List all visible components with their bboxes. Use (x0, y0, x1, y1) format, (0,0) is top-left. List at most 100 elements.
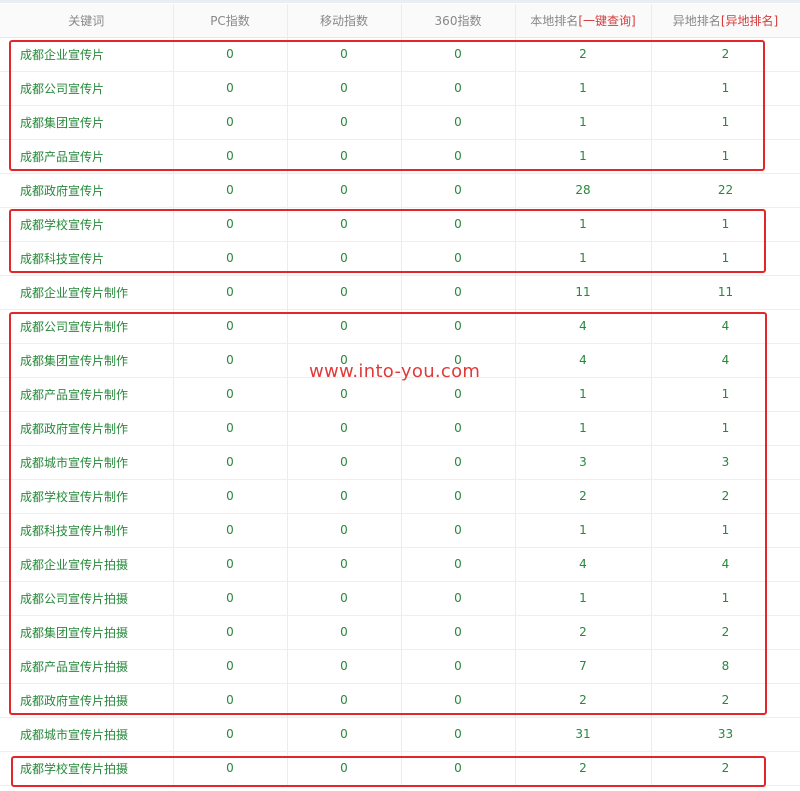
pc-index-cell: 0 (173, 547, 288, 582)
remote-rank-cell: 1 (651, 105, 800, 140)
keyword-ranking-panel: 关键词 PC指数 移动指数 360指数 本地排名[一键查询] 异地排名[异地排名… (0, 0, 800, 791)
local-rank-cell: 2 (515, 751, 652, 786)
mobile-index-cell: 0 (287, 377, 402, 412)
remote-rank-cell: 1 (651, 411, 800, 446)
mobile-index-cell: 0 (287, 445, 402, 480)
remote-rank-cell: 11 (651, 275, 800, 310)
mobile-index-cell: 0 (287, 751, 402, 786)
keyword-cell[interactable]: 成都公司宣传片拍摄 (0, 581, 174, 616)
remote-rank-cell: 1 (651, 71, 800, 106)
table-row: 成都科技宣传片 0 0 0 1 1 (0, 241, 800, 276)
mobile-index-cell: 0 (287, 581, 402, 616)
keyword-cell[interactable]: 成都集团宣传片制作 (0, 343, 174, 378)
mobile-index-cell: 0 (287, 411, 402, 446)
keyword-cell[interactable]: 成都学校宣传片制作 (0, 479, 174, 514)
pc-index-cell: 0 (173, 717, 288, 752)
index-360-cell: 0 (401, 411, 516, 446)
keyword-cell[interactable]: 成都学校宣传片拍摄 (0, 751, 174, 786)
local-rank-cell: 3 (515, 445, 652, 480)
index-360-cell: 0 (401, 275, 516, 310)
keyword-cell[interactable]: 成都公司宣传片制作 (0, 309, 174, 344)
keyword-cell[interactable]: 成都产品宣传片制作 (0, 377, 174, 412)
index-360-cell: 0 (401, 241, 516, 276)
pc-index-cell: 0 (173, 411, 288, 446)
keyword-cell[interactable]: 成都企业宣传片拍摄 (0, 547, 174, 582)
pc-index-cell: 0 (173, 275, 288, 310)
pc-index-cell: 0 (173, 581, 288, 616)
index-360-cell: 0 (401, 445, 516, 480)
local-rank-cell: 1 (515, 411, 652, 446)
table-header: 关键词 PC指数 移动指数 360指数 本地排名[一键查询] 异地排名[异地排名… (0, 4, 800, 38)
table-row: 成都学校宣传片 0 0 0 1 1 (0, 207, 800, 242)
keyword-cell[interactable]: 成都产品宣传片拍摄 (0, 649, 174, 684)
one-click-query-link[interactable]: [一键查询] (578, 14, 635, 28)
table-row: 成都公司宣传片 0 0 0 1 1 (0, 71, 800, 106)
index-360-cell: 0 (401, 377, 516, 412)
table-row: 成都集团宣传片拍摄 0 0 0 2 2 (0, 615, 800, 650)
table-row: 成都产品宣传片制作 0 0 0 1 1 (0, 377, 800, 412)
keyword-cell[interactable]: 成都集团宣传片 (0, 105, 174, 140)
local-rank-cell: 2 (515, 615, 652, 650)
mobile-index-cell: 0 (287, 139, 402, 174)
table-row: 成都科技宣传片制作 0 0 0 1 1 (0, 513, 800, 548)
pc-index-cell: 0 (173, 139, 288, 174)
mobile-index-cell: 0 (287, 173, 402, 208)
keyword-cell[interactable]: 成都城市宣传片制作 (0, 445, 174, 480)
local-rank-cell: 31 (515, 717, 652, 752)
header-local-rank: 本地排名[一键查询] (515, 4, 652, 38)
table-row: 成都产品宣传片拍摄 0 0 0 7 8 (0, 649, 800, 684)
remote-rank-cell: 3 (651, 445, 800, 480)
remote-rank-cell: 1 (651, 139, 800, 174)
index-360-cell: 0 (401, 37, 516, 72)
remote-rank-cell: 1 (651, 377, 800, 412)
table-row: 成都产品宣传片 0 0 0 1 1 (0, 139, 800, 174)
remote-rank-cell: 4 (651, 309, 800, 344)
table-row: 成都集团宣传片 0 0 0 1 1 (0, 105, 800, 140)
remote-rank-cell: 2 (651, 479, 800, 514)
pc-index-cell: 0 (173, 207, 288, 242)
table-row: 成都学校宣传片拍摄 0 0 0 2 2 (0, 751, 800, 786)
index-360-cell: 0 (401, 173, 516, 208)
keyword-cell[interactable]: 成都集团宣传片拍摄 (0, 615, 174, 650)
keyword-cell[interactable]: 成都企业宣传片 (0, 37, 174, 72)
pc-index-cell: 0 (173, 445, 288, 480)
header-pc-index: PC指数 (173, 4, 288, 38)
index-360-cell: 0 (401, 751, 516, 786)
table-row: 成都企业宣传片拍摄 0 0 0 4 4 (0, 547, 800, 582)
index-360-cell: 0 (401, 683, 516, 718)
local-rank-cell: 1 (515, 207, 652, 242)
local-rank-cell: 1 (515, 581, 652, 616)
mobile-index-cell: 0 (287, 615, 402, 650)
keyword-cell[interactable]: 成都政府宣传片拍摄 (0, 683, 174, 718)
keyword-cell[interactable]: 成都科技宣传片 (0, 241, 174, 276)
table-row: 成都城市宣传片制作 0 0 0 3 3 (0, 445, 800, 480)
index-360-cell: 0 (401, 343, 516, 378)
local-rank-cell: 2 (515, 683, 652, 718)
keyword-cell[interactable]: 成都公司宣传片 (0, 71, 174, 106)
index-360-cell: 0 (401, 615, 516, 650)
pc-index-cell: 0 (173, 513, 288, 548)
header-mobile-index: 移动指数 (287, 4, 402, 38)
local-rank-cell: 28 (515, 173, 652, 208)
keyword-cell[interactable]: 成都政府宣传片 (0, 173, 174, 208)
table-row: 成都公司宣传片制作 0 0 0 4 4 (0, 309, 800, 344)
local-rank-cell: 7 (515, 649, 652, 684)
local-rank-cell: 4 (515, 343, 652, 378)
index-360-cell: 0 (401, 547, 516, 582)
keyword-cell[interactable]: 成都城市宣传片拍摄 (0, 717, 174, 752)
keyword-cell[interactable]: 成都企业宣传片制作 (0, 275, 174, 310)
local-rank-cell: 1 (515, 105, 652, 140)
header-keyword: 关键词 (0, 4, 174, 38)
mobile-index-cell: 0 (287, 275, 402, 310)
local-rank-cell: 2 (515, 479, 652, 514)
keyword-cell[interactable]: 成都科技宣传片制作 (0, 513, 174, 548)
local-rank-cell: 11 (515, 275, 652, 310)
keyword-cell[interactable]: 成都产品宣传片 (0, 139, 174, 174)
local-rank-cell: 2 (515, 37, 652, 72)
keyword-cell[interactable]: 成都政府宣传片制作 (0, 411, 174, 446)
remote-rank-link[interactable]: [异地排名] (721, 14, 778, 28)
table-row: 成都学校宣传片制作 0 0 0 2 2 (0, 479, 800, 514)
local-rank-cell: 4 (515, 309, 652, 344)
keyword-cell[interactable]: 成都学校宣传片 (0, 207, 174, 242)
remote-rank-cell: 1 (651, 241, 800, 276)
